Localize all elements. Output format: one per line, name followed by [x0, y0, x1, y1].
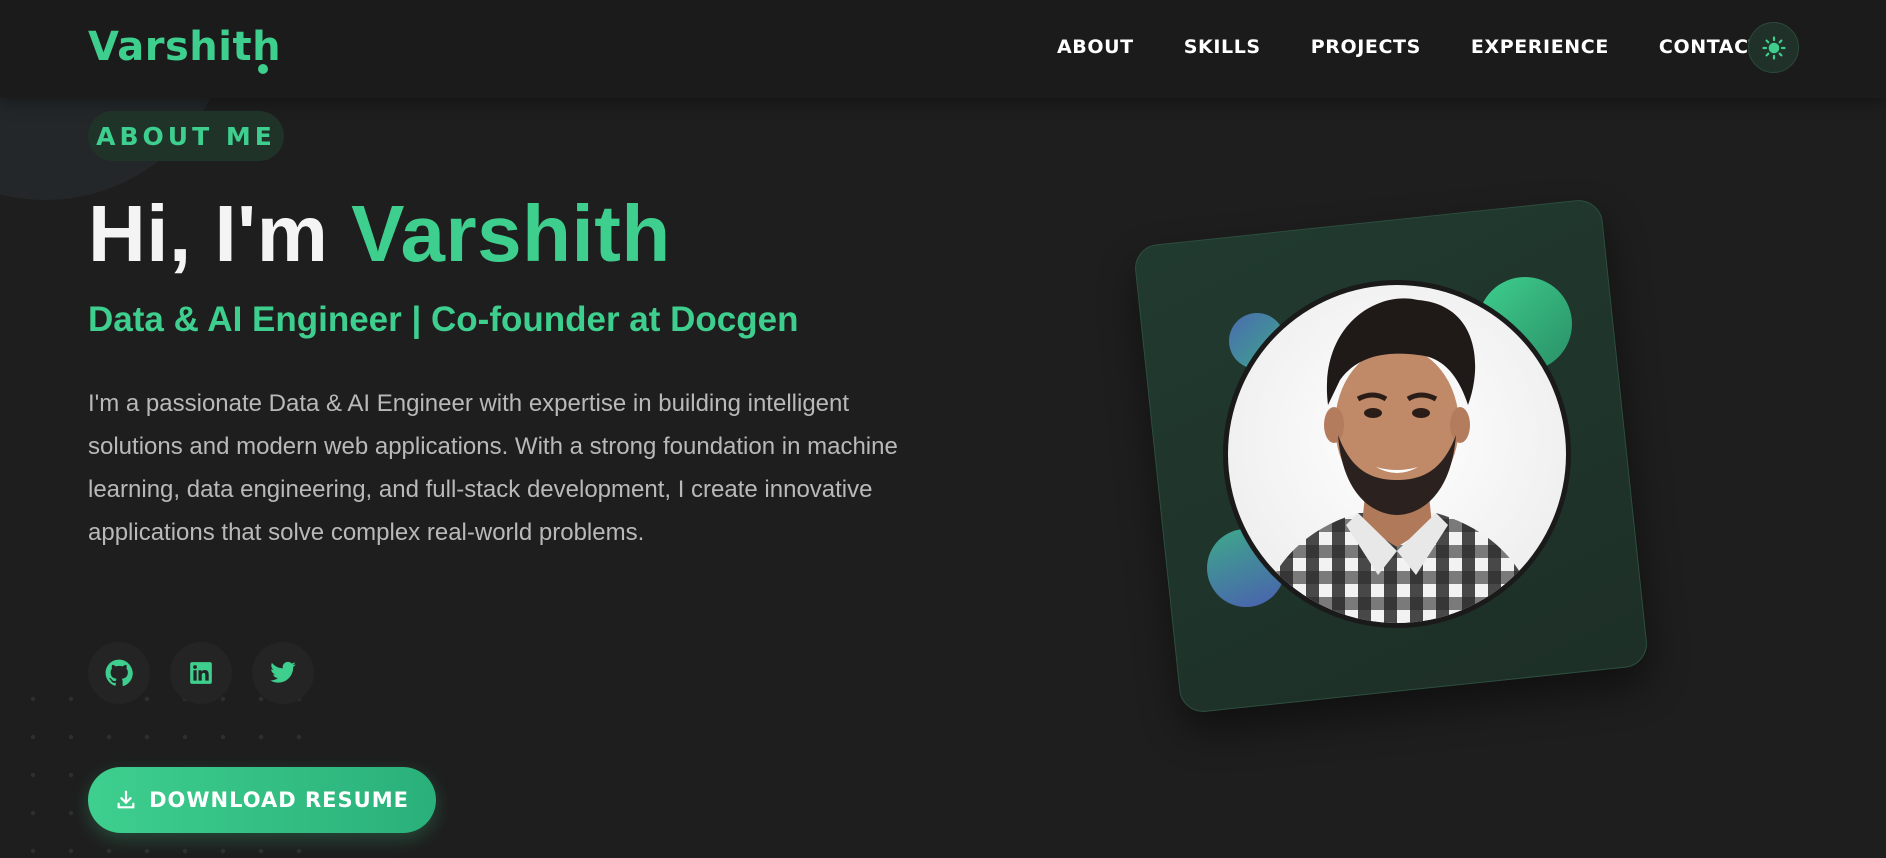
nav-link-contact[interactable]: CONTACT: [1659, 36, 1762, 58]
nav-link-about[interactable]: ABOUT: [1057, 36, 1134, 58]
download-resume-label: DOWNLOAD RESUME: [149, 788, 409, 812]
brand-logo[interactable]: Varshith: [88, 24, 281, 70]
brand-dot: [258, 64, 268, 74]
sun-icon: [1761, 35, 1786, 60]
hero-subtitle: Data & AI Engineer | Co-founder at Docge…: [88, 300, 799, 339]
greeting-text: Hi, I'm: [88, 189, 329, 278]
hero-bio: I'm a passionate Data & AI Engineer with…: [88, 390, 898, 546]
nav-link-skills[interactable]: SKILLS: [1184, 36, 1261, 58]
social-links: [88, 642, 334, 704]
theme-toggle-button[interactable]: [1748, 22, 1799, 73]
about-me-badge: ABOUT ME: [88, 111, 284, 161]
github-link[interactable]: [88, 642, 150, 704]
hero-name: Varshith: [351, 189, 671, 278]
linkedin-icon: [190, 662, 212, 684]
hero-headline: Hi, I'm Varshith: [88, 188, 671, 280]
nav-link-experience[interactable]: EXPERIENCE: [1471, 36, 1609, 58]
nav-link-projects[interactable]: PROJECTS: [1311, 36, 1421, 58]
github-icon: [105, 659, 133, 686]
twitter-icon: [270, 661, 296, 683]
twitter-link[interactable]: [252, 642, 314, 704]
nav-links: ABOUT SKILLS PROJECTS EXPERIENCE CONTACT: [1057, 36, 1812, 58]
download-resume-button[interactable]: DOWNLOAD RESUME: [88, 767, 436, 833]
navbar: Varshith ABOUT SKILLS PROJECTS EXPERIENC…: [0, 0, 1886, 98]
portfolio-page: Varshith ABOUT SKILLS PROJECTS EXPERIENC…: [0, 0, 1886, 858]
download-icon: [117, 790, 135, 809]
profile-photo: [1223, 280, 1571, 628]
linkedin-link[interactable]: [170, 642, 232, 704]
